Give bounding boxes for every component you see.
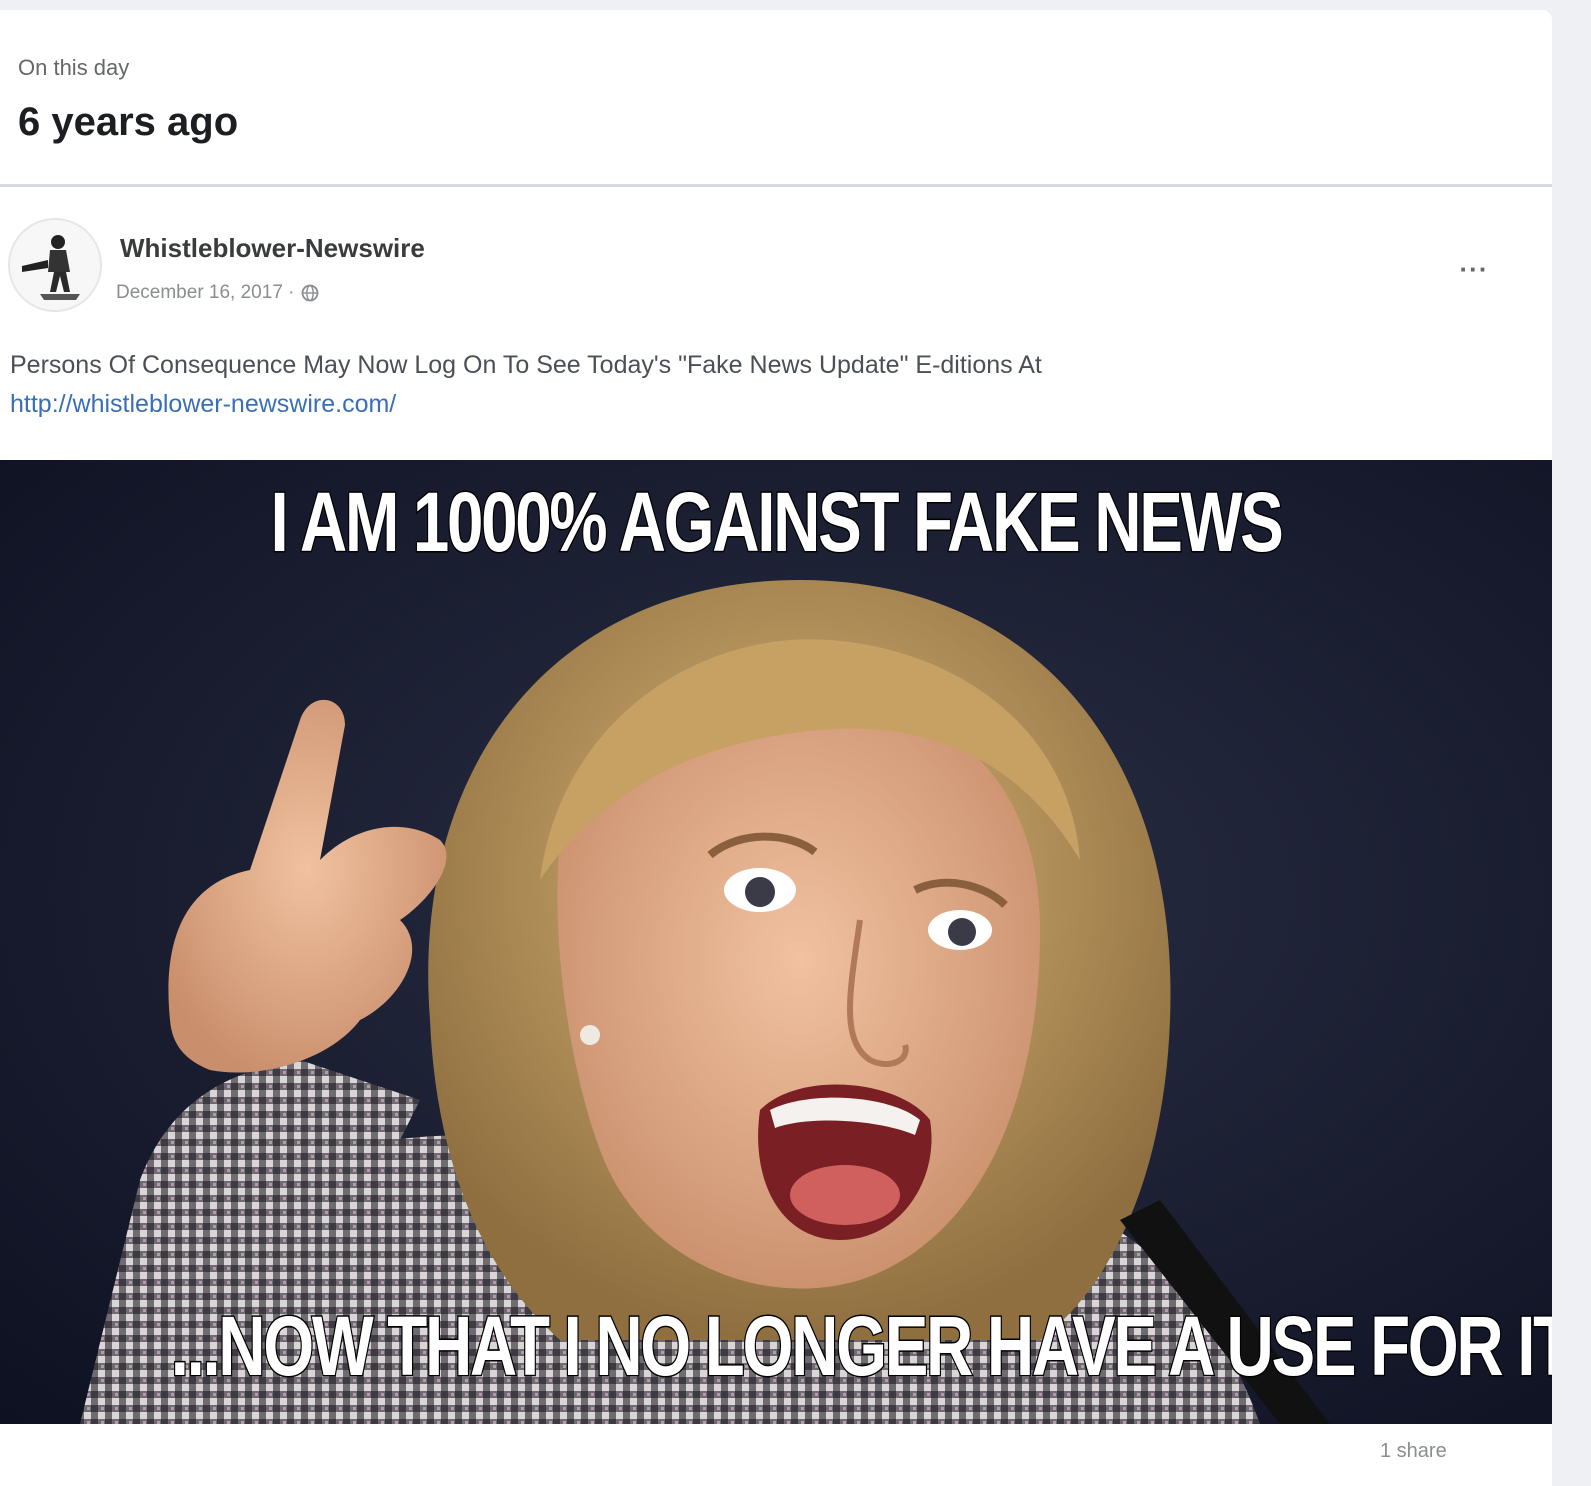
post-date[interactable]: December 16, 2017 · — [116, 282, 295, 304]
post-text: Persons Of Consequence May Now Log On To… — [10, 346, 1510, 424]
avatar-whistleblower-image — [10, 220, 100, 310]
post-link[interactable]: http://whistleblower-newswire.com/ — [10, 385, 1510, 424]
author-avatar[interactable] — [8, 218, 102, 312]
meme-photo — [0, 460, 1552, 1424]
post-image[interactable]: I AM 1000% AGAINST FAKE NEWS ...NOW THAT… — [0, 460, 1552, 1424]
memory-card: On this day 6 years ago Whistleblower-Ne… — [0, 10, 1552, 1486]
globe-icon — [301, 284, 319, 302]
meme-bottom-caption: ...NOW THAT I NO LONGER HAVE A USE FOR I… — [170, 1298, 1552, 1395]
post-meta: December 16, 2017 · — [116, 282, 319, 304]
memory-header: On this day 6 years ago — [0, 10, 1552, 187]
author-name[interactable]: Whistleblower-Newswire — [120, 233, 425, 264]
post-message: Persons Of Consequence May Now Log On To… — [10, 351, 1042, 379]
memory-title: 6 years ago — [18, 100, 239, 144]
meme-top-caption: I AM 1000% AGAINST FAKE NEWS — [269, 474, 1285, 571]
more-options-icon[interactable]: ··· — [1452, 254, 1496, 284]
memory-label: On this day — [18, 55, 130, 80]
share-count[interactable]: 1 share — [1380, 1440, 1447, 1463]
